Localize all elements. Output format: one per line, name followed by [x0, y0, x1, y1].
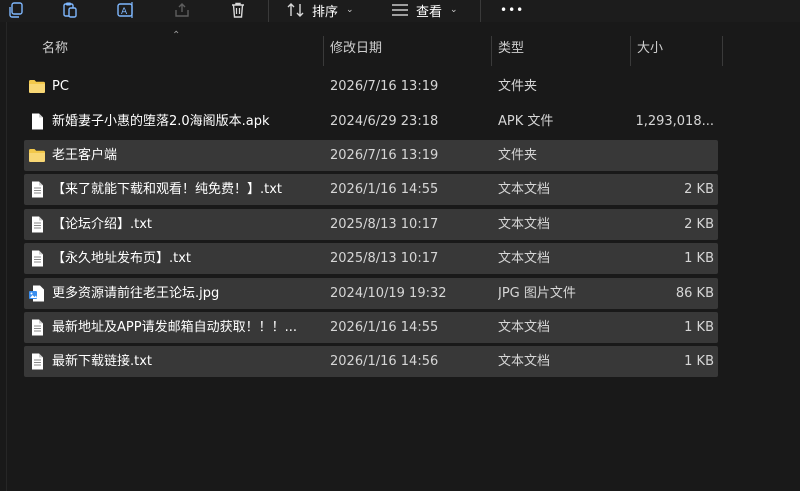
file-date: 2025/8/13 10:17: [330, 217, 439, 232]
file-name: PC: [52, 79, 69, 94]
file-name: 老王客户端: [52, 148, 118, 163]
file-size: 1 KB: [684, 320, 714, 335]
text-file-icon: [28, 353, 46, 370]
chevron-down-icon: ⌄: [346, 5, 354, 15]
file-size: [632, 140, 714, 171]
toolbar-separator: [268, 0, 269, 22]
file-row[interactable]: 老王客户端 2026/7/16 13:19 文件夹: [24, 140, 718, 171]
view-button[interactable]: 查看 ⌄: [390, 0, 458, 20]
command-bar: A 排序 ⌄ 查看 ⌄ •••: [0, 0, 800, 22]
rename-icon[interactable]: A: [114, 0, 138, 20]
column-header-bar: ⌃ 名称 修改日期 类型 大小: [0, 30, 800, 66]
file-size: 1 KB: [684, 251, 714, 266]
more-icon: •••: [500, 3, 525, 17]
file-type: 文件夹: [498, 148, 538, 163]
file-name: 更多资源请前往老王论坛.jpg: [52, 286, 220, 301]
file-date: 2026/1/16 14:55: [330, 320, 439, 335]
delete-icon[interactable]: [226, 0, 250, 20]
view-list-icon: [392, 4, 408, 16]
file-size: 2 KB: [684, 217, 714, 232]
chevron-down-icon: ⌄: [450, 5, 458, 15]
file-type: 文本文档: [498, 182, 551, 197]
column-divider[interactable]: [630, 36, 631, 66]
share-icon[interactable]: [170, 0, 194, 20]
file-size: 2 KB: [684, 182, 714, 197]
file-type: 文本文档: [498, 354, 551, 369]
column-header-type[interactable]: 类型: [498, 34, 524, 64]
column-divider[interactable]: [722, 36, 723, 66]
file-size: 1,293,018...: [635, 114, 714, 129]
file-date: 2026/7/16 13:19: [330, 79, 439, 94]
file-type: 文本文档: [498, 217, 551, 232]
file-name: 【永久地址发布页】.txt: [52, 251, 192, 266]
toolbar-separator: [480, 0, 481, 22]
file-name: 【来了就能下载和观看！纯免费！】.txt: [52, 182, 283, 197]
text-file-icon: [28, 319, 46, 336]
file-type: APK 文件: [498, 114, 554, 129]
file-name: 最新下载链接.txt: [52, 354, 153, 369]
file-size: 1 KB: [684, 354, 714, 369]
image-file-icon: [28, 285, 46, 302]
folder-icon: [28, 147, 46, 164]
copy-icon[interactable]: [4, 0, 28, 20]
svg-text:A: A: [121, 7, 128, 17]
file-type: 文本文档: [498, 320, 551, 335]
file-row[interactable]: 【永久地址发布页】.txt 2025/8/13 10:17 文本文档 1 KB: [24, 243, 718, 274]
file-date: 2024/10/19 19:32: [330, 286, 447, 301]
text-file-icon: [28, 250, 46, 267]
file-row[interactable]: 【论坛介绍】.txt 2025/8/13 10:17 文本文档 2 KB: [24, 209, 718, 240]
text-file-icon: [28, 181, 46, 198]
navigation-pane-border: [6, 22, 7, 491]
sort-label: 排序: [312, 4, 339, 20]
file-date: 2026/7/16 13:19: [330, 148, 439, 163]
file-row[interactable]: 最新下载链接.txt 2026/1/16 14:56 文本文档 1 KB: [24, 346, 718, 377]
file-row[interactable]: 最新地址及APP请发邮箱自动获取！！！... 2026/1/16 14:55 文…: [24, 312, 718, 343]
sort-button[interactable]: 排序 ⌄: [286, 0, 354, 20]
column-header-name[interactable]: 名称: [42, 34, 68, 64]
column-header-size[interactable]: 大小: [637, 34, 663, 64]
sort-icon: [287, 3, 304, 17]
file-name: 最新地址及APP请发邮箱自动获取！！！...: [52, 320, 297, 335]
file-row[interactable]: PC 2026/7/16 13:19 文件夹: [24, 71, 718, 102]
file-size: [632, 71, 714, 102]
file-type: JPG 图片文件: [498, 286, 576, 301]
file-date: 2026/1/16 14:56: [330, 354, 439, 369]
file-icon: [28, 113, 46, 130]
file-date: 2024/6/29 23:18: [330, 114, 439, 129]
file-type: 文本文档: [498, 251, 551, 266]
file-name: 【论坛介绍】.txt: [52, 217, 153, 232]
file-type: 文件夹: [498, 79, 538, 94]
file-row[interactable]: 【来了就能下载和观看！纯免费！】.txt 2026/1/16 14:55 文本文…: [24, 174, 718, 205]
file-name: 新婚妻子小惠的堕落2.0海阁版本.apk: [52, 114, 270, 129]
file-row[interactable]: 更多资源请前往老王论坛.jpg 2024/10/19 19:32 JPG 图片文…: [24, 278, 718, 309]
paste-icon[interactable]: [58, 0, 82, 20]
column-divider[interactable]: [491, 36, 492, 66]
column-divider[interactable]: [323, 36, 324, 66]
sort-ascending-icon: ⌃: [172, 30, 181, 41]
file-size: 86 KB: [675, 286, 714, 301]
view-label: 查看: [416, 4, 443, 20]
file-date: 2026/1/16 14:55: [330, 182, 439, 197]
text-file-icon: [28, 216, 46, 233]
file-date: 2025/8/13 10:17: [330, 251, 439, 266]
column-header-date[interactable]: 修改日期: [330, 34, 382, 64]
more-options-button[interactable]: •••: [500, 0, 524, 20]
file-row[interactable]: 新婚妻子小惠的堕落2.0海阁版本.apk 2024/6/29 23:18 APK…: [24, 106, 718, 137]
folder-icon: [28, 78, 46, 95]
